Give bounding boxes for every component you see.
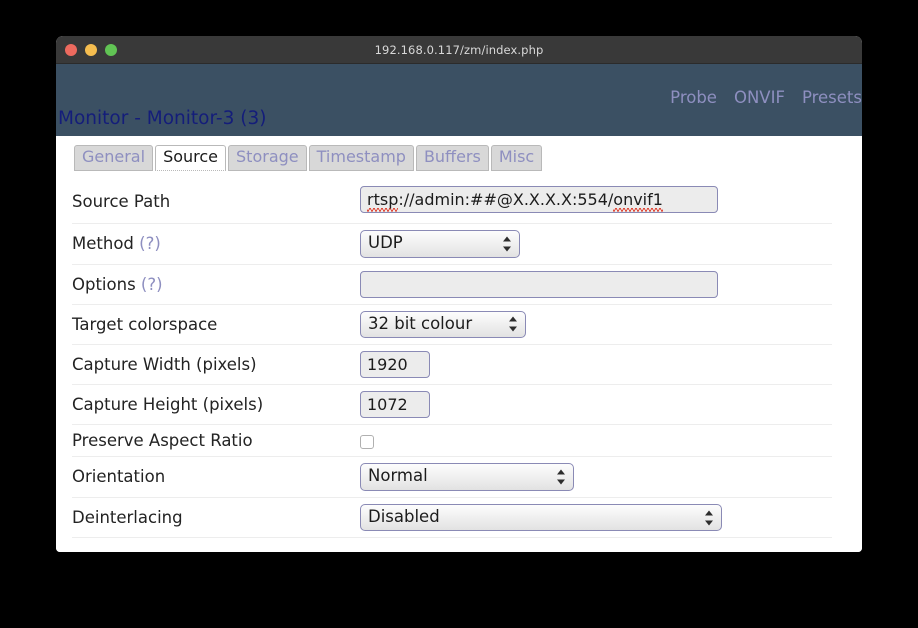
label-options-text: Options [72, 274, 136, 294]
form-row-capture-width: Capture Width (pixels) [72, 345, 832, 385]
chevron-updown-icon [503, 235, 512, 252]
capture-width-input[interactable] [360, 351, 430, 379]
form-row-preserve-aspect-ratio: Preserve Aspect Ratio [72, 425, 832, 457]
chevron-updown-icon [509, 316, 518, 333]
minimize-window-icon[interactable] [85, 43, 97, 56]
tab-timestamp[interactable]: Timestamp [308, 145, 414, 171]
label-method-text: Method [72, 234, 134, 254]
target-colorspace-select-value: 32 bit colour [368, 313, 473, 333]
settings-tab-bar: General Source Storage Timestamp Buffers… [56, 136, 862, 171]
label-orientation: Orientation [72, 467, 166, 487]
nav-link-probe[interactable]: Probe [670, 88, 717, 107]
tab-storage[interactable]: Storage [228, 145, 307, 171]
target-colorspace-select[interactable]: 32 bit colour [360, 310, 526, 339]
form-row-source-path: Source Path rtsp://admin:##@X.X.X.X:554/… [72, 180, 832, 224]
options-help-icon[interactable]: (?) [141, 275, 163, 294]
maximize-window-icon[interactable] [105, 43, 117, 56]
header-nav: Probe ONVIF Presets [670, 88, 862, 107]
label-method: Method (?) [72, 223, 360, 264]
source-path-scheme: rtsp [367, 189, 399, 212]
capture-height-input[interactable] [360, 391, 430, 419]
options-input[interactable] [360, 270, 718, 298]
label-source-path: Source Path [72, 191, 171, 211]
label-deinterlacing: Deinterlacing [72, 508, 183, 528]
source-settings-form: Source Path rtsp://admin:##@X.X.X.X:554/… [72, 180, 832, 539]
label-capture-width: Capture Width (pixels) [72, 355, 257, 375]
monitor-settings-content: General Source Storage Timestamp Buffers… [56, 136, 862, 552]
window-title-bar: 192.168.0.117/zm/index.php [56, 36, 862, 64]
label-target-colorspace: Target colorspace [72, 314, 218, 334]
deinterlacing-select-value: Disabled [368, 506, 440, 526]
address-bar-url: 192.168.0.117/zm/index.php [374, 42, 544, 57]
method-select[interactable]: UDP [360, 229, 520, 258]
tab-general[interactable]: General [74, 145, 154, 171]
form-row-orientation: Orientation Normal [72, 457, 832, 498]
form-row-deinterlacing: Deinterlacing Disabled [72, 497, 832, 538]
label-preserve-aspect-ratio: Preserve Aspect Ratio [72, 431, 253, 451]
tab-buffers[interactable]: Buffers [415, 145, 489, 171]
form-row-target-colorspace: Target colorspace 32 bit colour [72, 304, 832, 345]
orientation-select[interactable]: Normal [360, 463, 574, 491]
deinterlacing-select[interactable]: Disabled [360, 503, 722, 532]
browser-window: 192.168.0.117/zm/index.php Probe ONVIF P… [56, 36, 862, 552]
chevron-updown-icon [557, 468, 566, 485]
label-capture-height: Capture Height (pixels) [72, 395, 264, 415]
window-controls [65, 36, 117, 63]
chevron-updown-icon [705, 509, 714, 526]
tab-misc[interactable]: Misc [490, 145, 543, 171]
preserve-aspect-ratio-checkbox[interactable] [360, 434, 374, 449]
form-row-capture-height: Capture Height (pixels) [72, 385, 832, 425]
nav-link-onvif[interactable]: ONVIF [734, 88, 785, 107]
tab-source[interactable]: Source [155, 145, 227, 171]
source-path-input[interactable]: rtsp://admin:##@X.X.X.X:554/onvif1 [360, 185, 718, 213]
close-window-icon[interactable] [65, 43, 77, 56]
label-options: Options (?) [72, 264, 360, 304]
method-select-value: UDP [368, 232, 403, 252]
nav-link-presets[interactable]: Presets [802, 88, 862, 107]
page-title: Monitor - Monitor-3 (3) [58, 108, 267, 129]
orientation-select-value: Normal [368, 466, 428, 486]
source-path-host: ://admin:##@X.X.X.X:554/ [398, 189, 614, 209]
method-help-icon[interactable]: (?) [139, 234, 161, 253]
form-row-method: Method (?) UDP [72, 223, 832, 264]
source-path-stream: onvif1 [613, 189, 663, 212]
page-header: Probe ONVIF Presets Monitor - Monitor-3 … [56, 64, 862, 136]
form-row-options: Options (?) [72, 264, 832, 304]
